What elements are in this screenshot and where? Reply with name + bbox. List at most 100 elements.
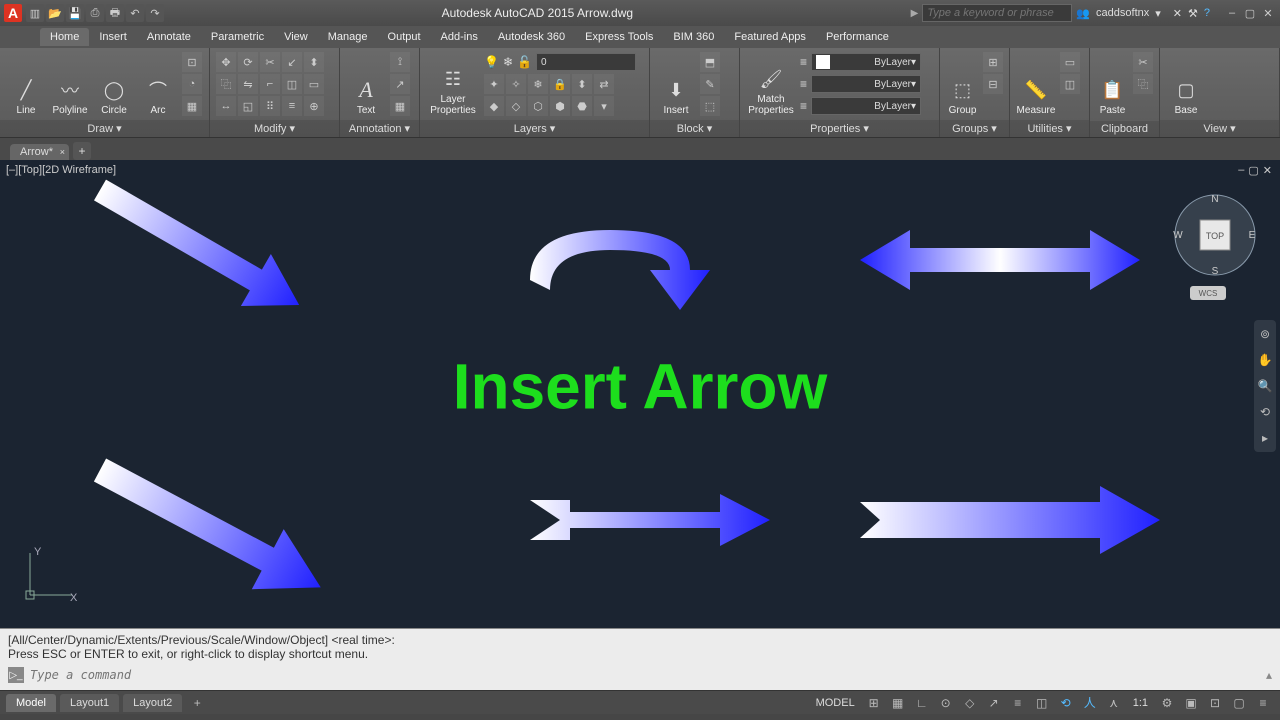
draw-extra-2[interactable]: ◔ — [182, 74, 202, 94]
model-label[interactable]: MODEL — [810, 697, 861, 709]
model-tab[interactable]: Model — [6, 694, 56, 712]
view-cube[interactable]: N S W E TOP WCS — [1170, 190, 1260, 280]
tab-performance[interactable]: Performance — [816, 28, 899, 46]
tab-parametric[interactable]: Parametric — [201, 28, 274, 46]
tab-insert[interactable]: Insert — [89, 28, 137, 46]
command-line: [All/Center/Dynamic/Extents/Previous/Sca… — [0, 628, 1280, 690]
lineweight-toggle-icon[interactable]: ≡ — [1007, 693, 1029, 713]
file-tab[interactable]: Arrow*× — [10, 144, 69, 160]
ortho-icon[interactable]: ∟ — [911, 693, 933, 713]
minimize-icon[interactable]: – — [1224, 6, 1240, 20]
mirror-icon[interactable]: ⇋ — [238, 74, 258, 94]
close-icon[interactable]: ✕ — [1260, 6, 1276, 20]
add-layout-icon[interactable]: + — [186, 693, 208, 713]
tab-output[interactable]: Output — [378, 28, 431, 46]
polyline-button[interactable]: 〰Polyline — [50, 52, 90, 116]
hardware-icon[interactable]: ⊡ — [1204, 693, 1226, 713]
base-icon: ▢ — [1173, 77, 1199, 103]
new-tab-button[interactable]: + — [73, 142, 91, 160]
panel-annotation: AText ⟟↗▦ Annotation ▾ — [340, 48, 420, 137]
cmd-history-2: Press ESC or ENTER to exit, or right-cli… — [8, 647, 1272, 661]
panel-title[interactable]: Draw ▾ — [0, 120, 209, 137]
panel-properties: 🖌Match Properties ≡ByLayer ▾ ≡ByLayer ▾ … — [740, 48, 940, 137]
trim-icon[interactable]: ✂ — [260, 52, 280, 72]
array-icon[interactable]: ⠿ — [260, 96, 280, 116]
tab-autodesk360[interactable]: Autodesk 360 — [488, 28, 575, 46]
transparency-icon[interactable]: ◫ — [1031, 693, 1053, 713]
otrack-icon[interactable]: ↗ — [983, 693, 1005, 713]
lineweight-selector[interactable]: ByLayer ▾ — [811, 75, 921, 93]
tab-home[interactable]: Home — [40, 28, 89, 46]
help-icon[interactable]: ? — [1204, 7, 1210, 19]
new-icon[interactable]: ▥ — [26, 4, 44, 22]
orbit-icon[interactable]: ⟲ — [1254, 402, 1276, 422]
window-title: Autodesk AutoCAD 2015 Arrow.dwg — [168, 6, 907, 20]
arc-button[interactable]: ⌒Arc — [138, 52, 178, 116]
gear-icon[interactable]: ⚙ — [1156, 693, 1178, 713]
customize-icon[interactable]: ≡ — [1252, 693, 1274, 713]
app-logo-icon[interactable]: A — [4, 4, 22, 22]
command-input[interactable] — [30, 668, 1260, 682]
grid-icon[interactable]: ⊞ — [863, 693, 885, 713]
redo-icon[interactable]: ↷ — [146, 4, 164, 22]
text-button[interactable]: AText — [346, 52, 386, 116]
isolate-icon[interactable]: ▣ — [1180, 693, 1202, 713]
move-icon[interactable]: ✥ — [216, 52, 236, 72]
cycling-icon[interactable]: ⟲ — [1055, 693, 1077, 713]
draw-extra-3[interactable]: ▦ — [182, 96, 202, 116]
anno-icon[interactable]: ⋏ — [1103, 693, 1125, 713]
rotate-icon[interactable]: ⟳ — [238, 52, 258, 72]
stretch-icon[interactable]: ↔ — [216, 96, 236, 116]
layer-selector[interactable]: 0 — [536, 53, 636, 71]
open-icon[interactable]: 📂 — [46, 4, 64, 22]
exchange-icon[interactable]: ✕ — [1173, 7, 1182, 20]
layout2-tab[interactable]: Layout2 — [123, 694, 182, 712]
linetype-selector[interactable]: ByLayer ▾ — [811, 97, 921, 115]
maximize-icon[interactable]: ▢ — [1242, 6, 1258, 20]
clean-icon[interactable]: ▢ — [1228, 693, 1250, 713]
save-icon[interactable]: 💾 — [66, 4, 84, 22]
tab-express[interactable]: Express Tools — [575, 28, 663, 46]
overlay-text: Insert Arrow — [453, 350, 828, 424]
paste-button[interactable]: 📋Paste — [1096, 52, 1129, 116]
measure-button[interactable]: 📏Measure — [1016, 52, 1056, 116]
saveas-icon[interactable]: ⎙ — [86, 4, 104, 22]
osnap-icon[interactable]: ◇ — [959, 693, 981, 713]
tab-featured[interactable]: Featured Apps — [724, 28, 816, 46]
snap-icon[interactable]: ▦ — [887, 693, 909, 713]
copy-icon[interactable]: ⿻ — [216, 74, 236, 94]
tab-addins[interactable]: Add-ins — [431, 28, 488, 46]
group-button[interactable]: ⬚Group — [946, 52, 979, 116]
insert-button[interactable]: ⬇Insert — [656, 52, 696, 116]
scale-icon[interactable]: ◱ — [238, 96, 258, 116]
scale-label[interactable]: 1:1 — [1127, 697, 1154, 709]
layer-properties-button[interactable]: ☷Layer Properties — [426, 52, 480, 116]
close-tab-icon[interactable]: × — [60, 147, 65, 157]
undo-icon[interactable]: ↶ — [126, 4, 144, 22]
tab-manage[interactable]: Manage — [318, 28, 378, 46]
match-properties-button[interactable]: 🖌Match Properties — [746, 52, 796, 116]
help-search-input[interactable] — [922, 4, 1072, 22]
circle-button[interactable]: ◯Circle — [94, 52, 134, 116]
user-label[interactable]: caddsoftnx — [1096, 7, 1149, 19]
showmotion-icon[interactable]: ▸ — [1254, 428, 1276, 448]
steering-wheel-icon[interactable]: ⊚ — [1254, 324, 1276, 344]
signin-icon[interactable]: 👥 — [1076, 7, 1090, 20]
tab-bim360[interactable]: BIM 360 — [663, 28, 724, 46]
drawing-area[interactable]: [–][Top][2D Wireframe] – ▢ ✕ Insert Arro… — [0, 160, 1280, 628]
line-button[interactable]: ╱Line — [6, 52, 46, 116]
tab-annotate[interactable]: Annotate — [137, 28, 201, 46]
base-button[interactable]: ▢Base — [1166, 52, 1206, 116]
print-icon[interactable]: 🖶 — [106, 4, 124, 22]
color-selector[interactable]: ByLayer ▾ — [811, 53, 921, 71]
person-icon[interactable]: 人 — [1079, 693, 1101, 713]
tab-view[interactable]: View — [274, 28, 318, 46]
zoom-icon[interactable]: 🔍 — [1254, 376, 1276, 396]
polar-icon[interactable]: ⊙ — [935, 693, 957, 713]
pan-icon[interactable]: ✋ — [1254, 350, 1276, 370]
draw-extra-1[interactable]: ⊡ — [182, 52, 202, 72]
cmd-menu-icon[interactable]: ▴ — [1266, 668, 1272, 682]
layout1-tab[interactable]: Layout1 — [60, 694, 119, 712]
panel-layers: ☷Layer Properties 💡❄🔓0 ✦✧❄🔒⬍⇄ ◆◇⬡⬢⬣▾ Lay… — [420, 48, 650, 137]
cloud-icon[interactable]: ⚒ — [1188, 7, 1198, 20]
